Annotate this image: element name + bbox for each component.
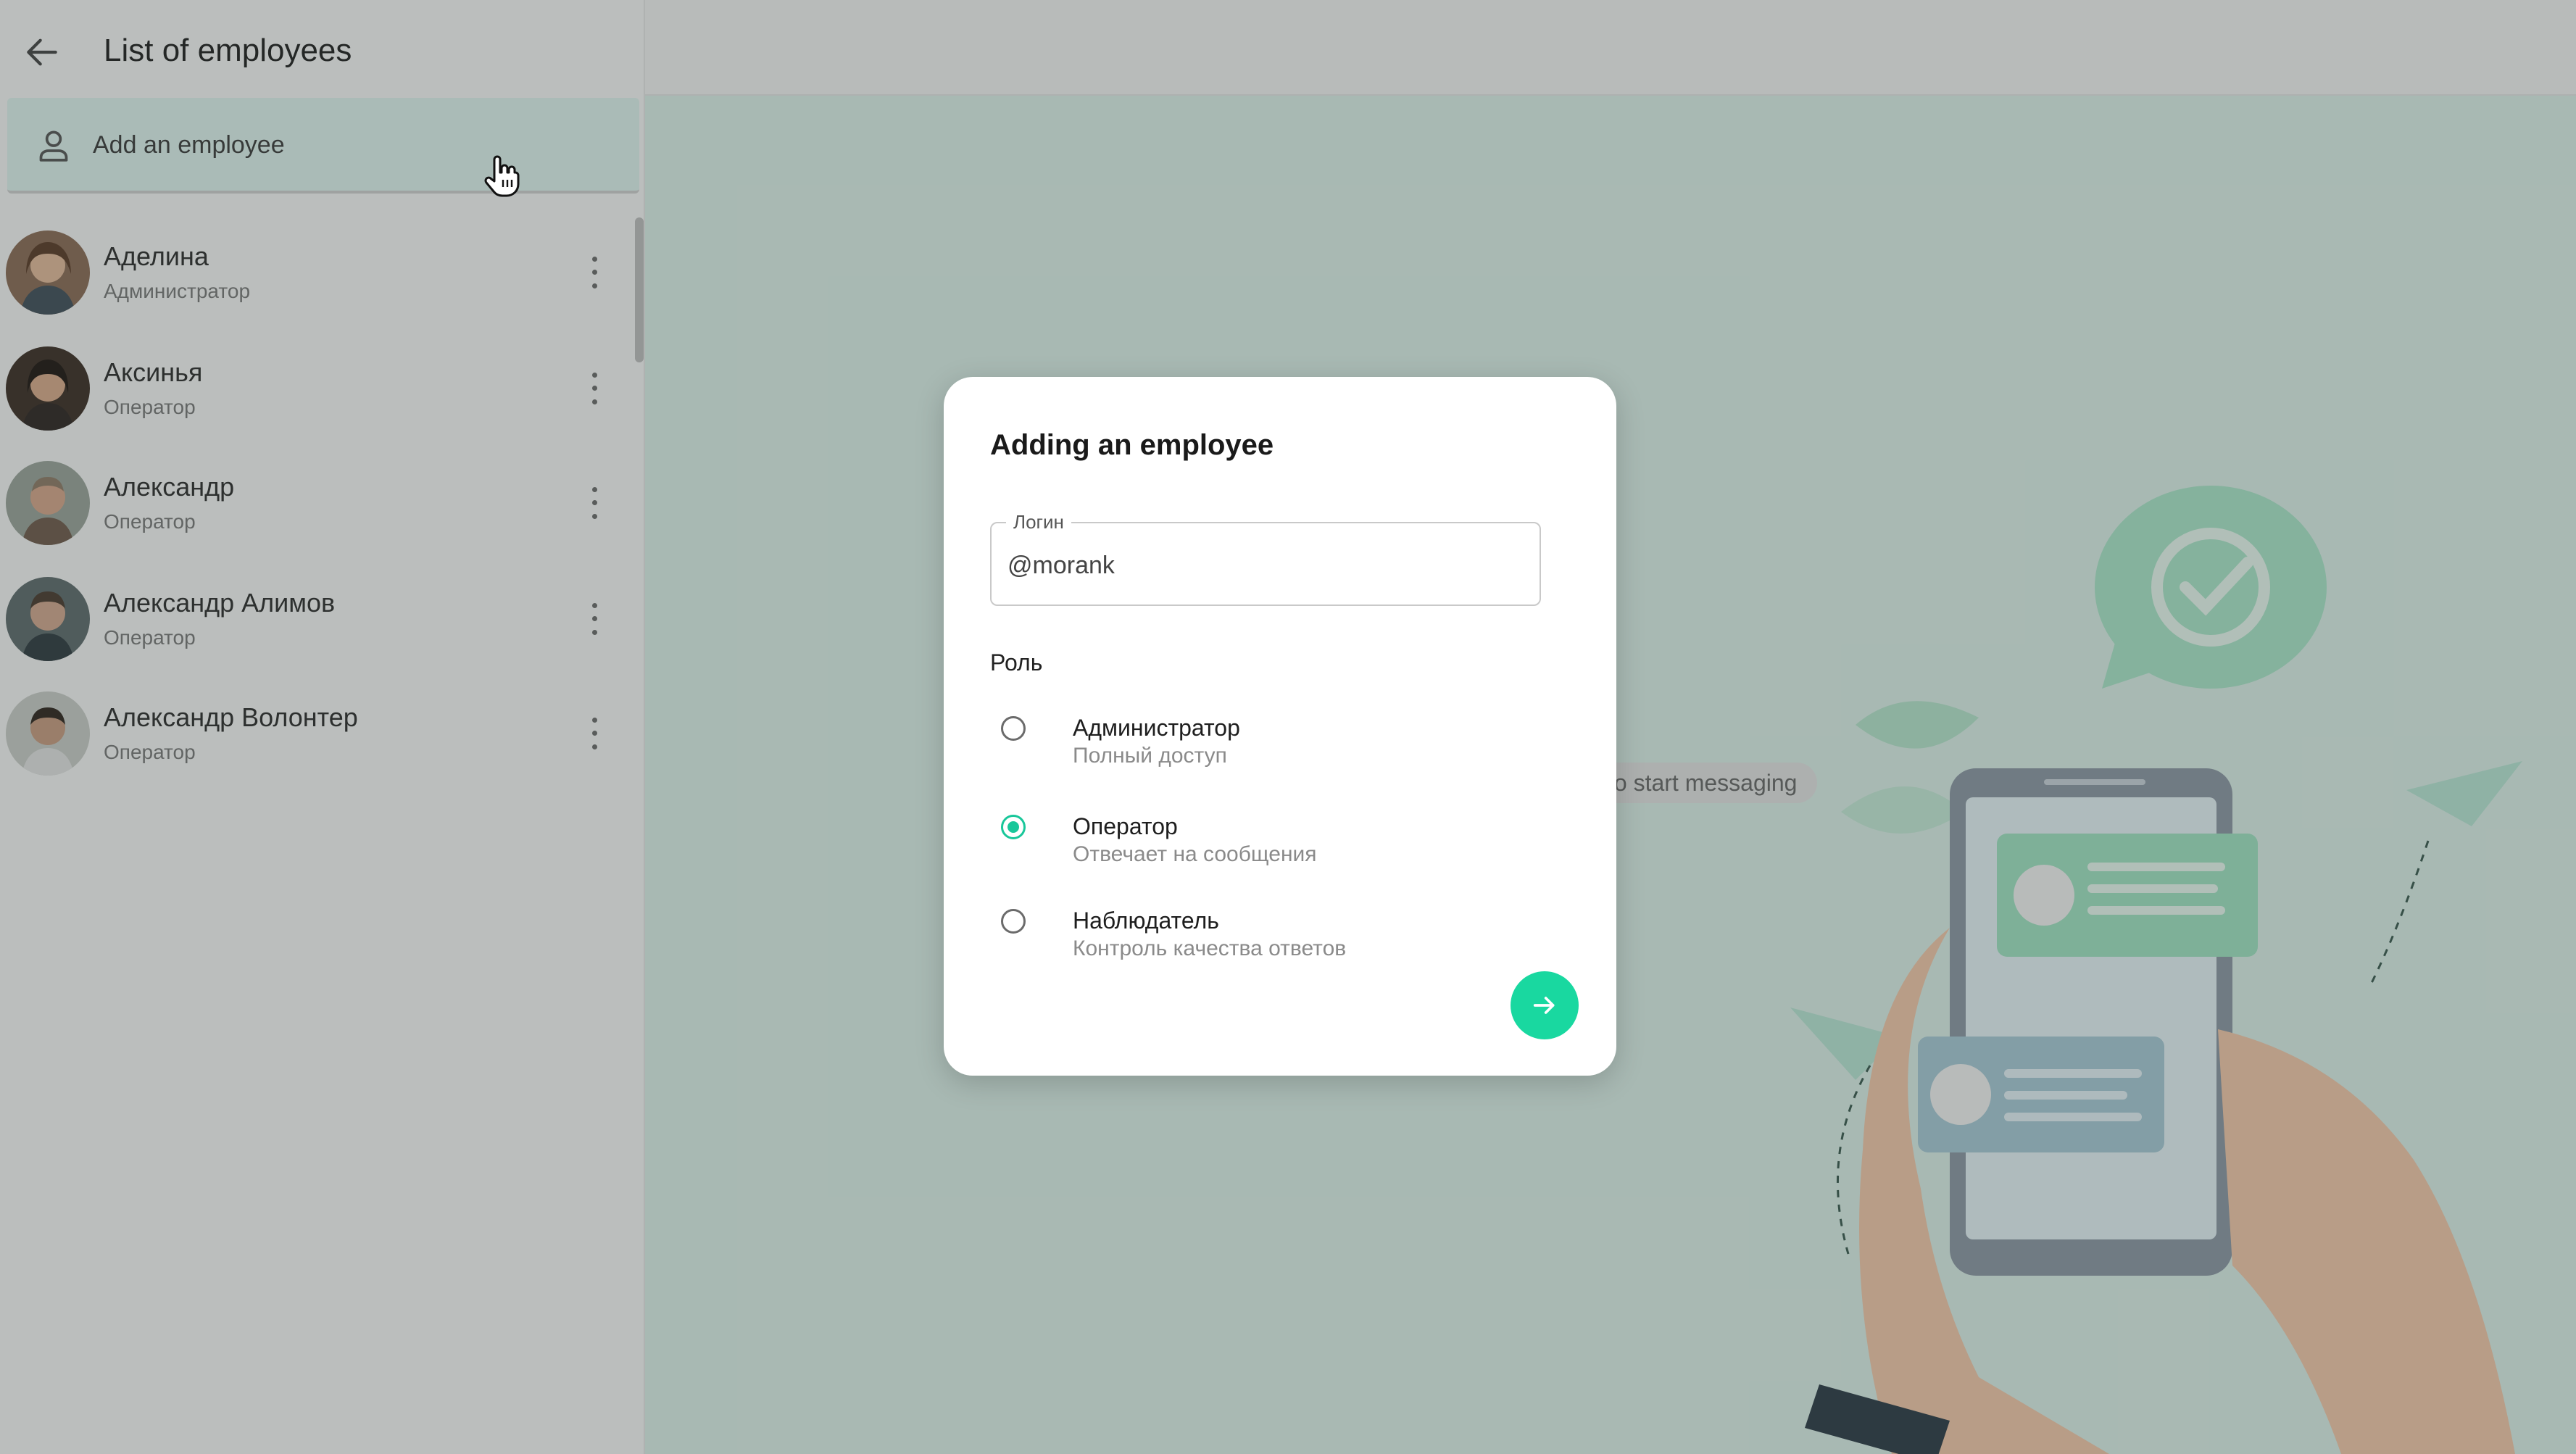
role-option-subtitle: Отвечает на сообщения	[1073, 842, 1317, 866]
arrow-right-icon	[1533, 997, 1555, 1014]
radio-button-selected[interactable]	[1001, 815, 1026, 839]
role-option-subtitle: Полный доступ	[1073, 744, 1227, 768]
radio-button[interactable]	[1001, 716, 1026, 741]
role-option-operator[interactable]: Оператор Отвечает на сообщения	[990, 810, 1570, 883]
role-option-subtitle: Контроль качества ответов	[1073, 936, 1347, 960]
radio-button[interactable]	[1001, 909, 1026, 934]
role-option-observer[interactable]: Наблюдатель Контроль качества ответов	[990, 905, 1570, 977]
role-option-title: Наблюдатель	[1073, 907, 1219, 934]
login-label: Логин	[1006, 510, 1071, 533]
role-option-title: Оператор	[1073, 813, 1178, 839]
login-field[interactable]: Логин	[990, 510, 1541, 606]
dialog-title: Adding an employee	[990, 429, 1274, 461]
role-option-administrator[interactable]: Администратор Полный доступ	[990, 712, 1570, 784]
role-heading: Роль	[990, 649, 1043, 676]
add-employee-dialog: Adding an employee Логин Роль Администра…	[944, 377, 1616, 1076]
submit-button[interactable]	[1511, 971, 1579, 1039]
login-input[interactable]	[1007, 545, 1515, 586]
role-option-title: Администратор	[1073, 715, 1240, 741]
hand-pointer-icon	[484, 155, 520, 197]
